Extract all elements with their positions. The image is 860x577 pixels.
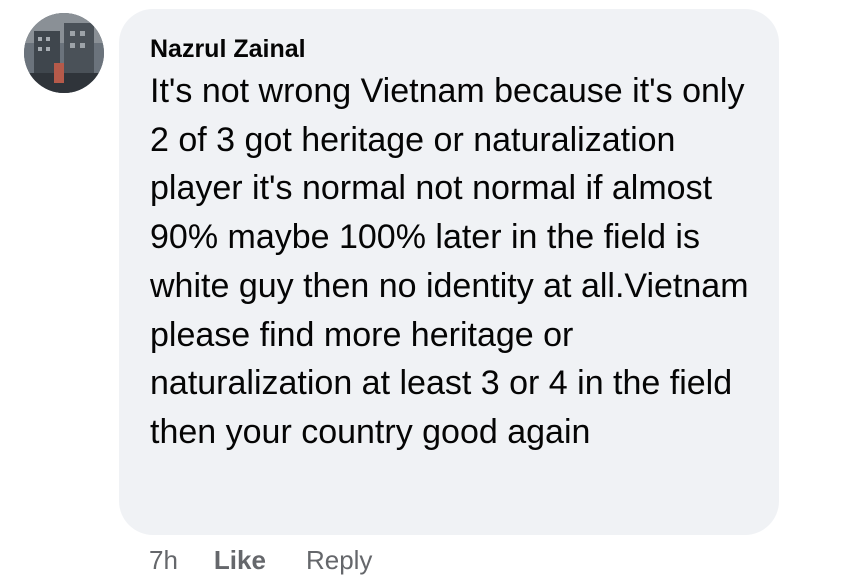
comment-actions: 7h Like Reply [149,542,372,577]
reply-button[interactable]: Reply [306,545,372,576]
comment: Nazrul Zainal It's not wrong Vietnam bec… [0,0,860,577]
like-button[interactable]: Like [214,545,266,576]
comment-author[interactable]: Nazrul Zainal [150,33,749,65]
avatar[interactable] [24,13,104,93]
comment-text: It's not wrong Vietnam because it's only… [150,72,749,451]
comment-timestamp[interactable]: 7h [149,545,178,576]
profile-photo-icon [24,13,104,93]
comment-bubble: Nazrul Zainal It's not wrong Vietnam bec… [119,9,779,535]
